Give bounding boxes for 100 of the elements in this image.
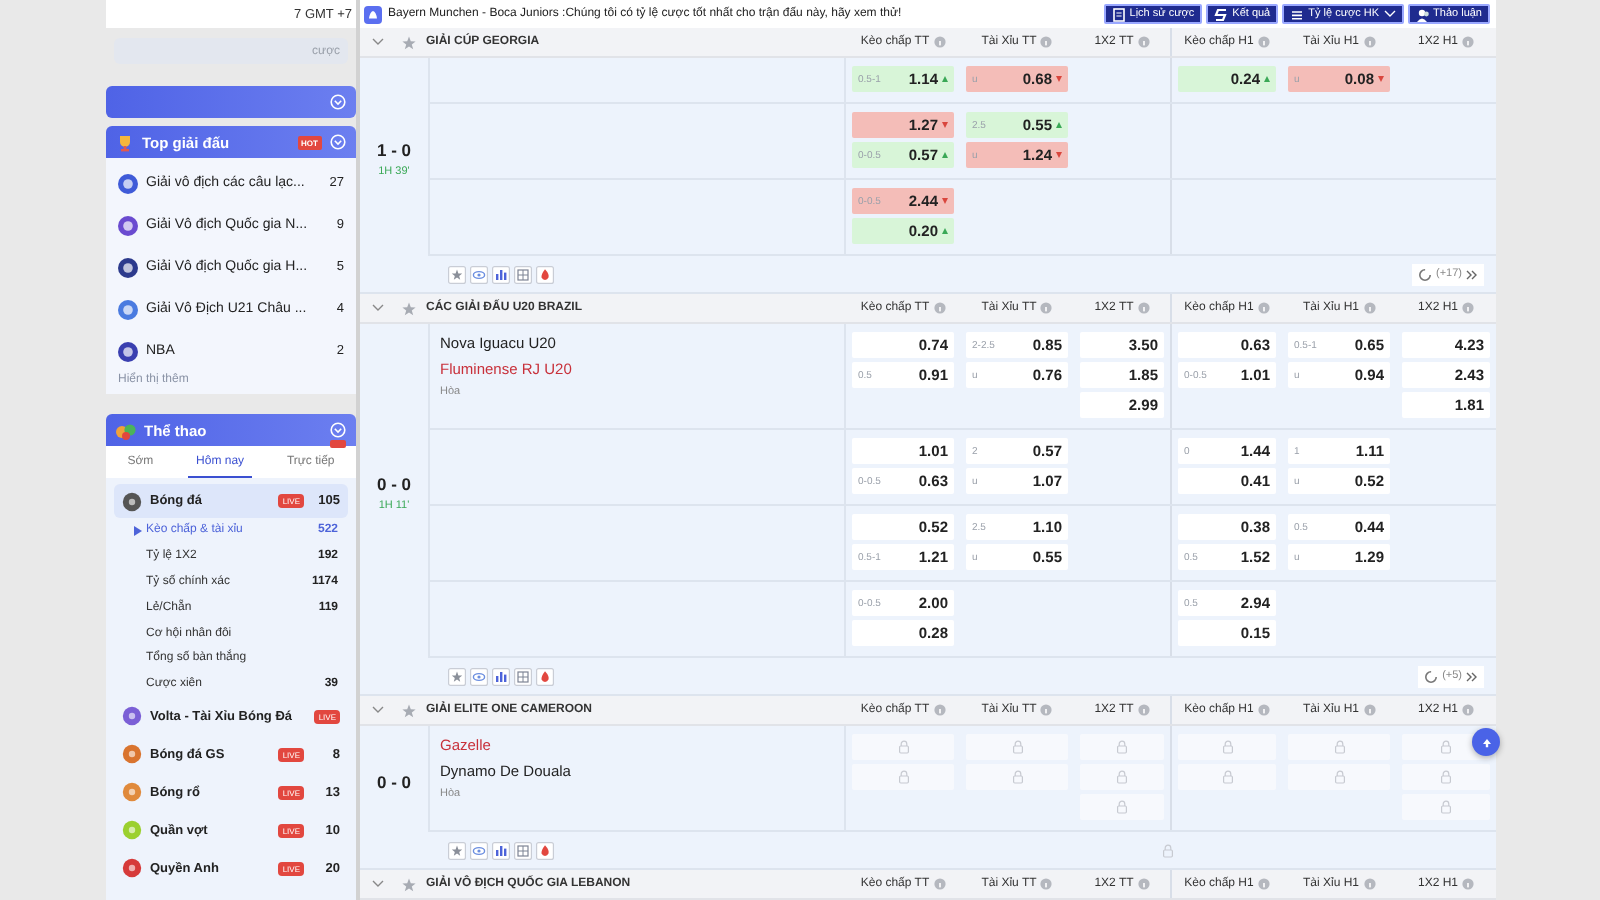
info-icon [1137, 302, 1150, 314]
trophy-icon [116, 133, 134, 151]
up-triangle-icon [1056, 122, 1062, 128]
chevron-down-icon [330, 94, 346, 110]
star-icon[interactable] [448, 667, 466, 685]
arrow-up-icon [1481, 737, 1491, 747]
info-icon [1363, 704, 1375, 716]
lock-icon [1440, 800, 1452, 814]
info-icon [1040, 302, 1053, 314]
league-logo-icon [118, 341, 138, 361]
sport-ball-icon [122, 858, 142, 879]
up-triangle-icon [1264, 76, 1270, 82]
match-score: 0 - 0 [376, 474, 411, 494]
lock-icon [1440, 740, 1452, 754]
info-icon [1257, 302, 1270, 314]
chevron-down-icon [330, 422, 346, 438]
down-triangle-icon [942, 122, 948, 128]
league-logo-icon [118, 215, 138, 235]
info-icon [1363, 36, 1375, 48]
info-icon [1363, 302, 1375, 314]
s-logo-icon [1214, 7, 1229, 21]
eye-icon[interactable] [470, 667, 488, 685]
down-triangle-icon [1378, 76, 1384, 82]
caret-right-icon [134, 525, 142, 536]
sports-balls-icon [116, 421, 136, 439]
bar-chart-icon[interactable] [492, 841, 510, 859]
lock-icon [1011, 740, 1023, 754]
refresh-icon [1418, 267, 1432, 281]
sport-ball-icon [122, 782, 142, 803]
double-chevron-icon [1466, 269, 1478, 279]
refresh-icon [1424, 669, 1439, 683]
up-triangle-icon [942, 228, 948, 234]
star-icon[interactable] [448, 265, 466, 283]
info-icon [1137, 36, 1150, 48]
chevron-down-icon [372, 304, 384, 312]
info-icon [1462, 302, 1474, 314]
info-icon [1462, 704, 1474, 716]
down-triangle-icon [1056, 152, 1062, 158]
chevron-down-icon [1383, 10, 1396, 18]
people-icon [1415, 7, 1430, 21]
info-icon [1257, 878, 1270, 890]
document-icon [1111, 7, 1126, 21]
league-logo-icon [118, 173, 138, 193]
star-icon [402, 703, 416, 717]
chevron-down-icon [372, 706, 384, 714]
eye-icon[interactable] [470, 841, 488, 859]
sport-ball-icon [122, 706, 142, 727]
lock-icon [1011, 770, 1023, 784]
down-triangle-icon [1056, 76, 1062, 82]
up-triangle-icon [942, 76, 948, 82]
star-icon [402, 877, 416, 891]
lock-icon [897, 770, 909, 784]
lock-icon [1221, 740, 1233, 754]
match-score: 0 - 0 [376, 771, 411, 791]
info-icon [1040, 878, 1053, 890]
lock-icon [1116, 770, 1128, 784]
flame-icon[interactable] [536, 667, 554, 685]
info-icon [1257, 704, 1270, 716]
flame-icon[interactable] [536, 265, 554, 283]
info-icon [1040, 704, 1053, 716]
chevron-down-icon [372, 38, 384, 46]
table-icon[interactable] [514, 667, 532, 685]
match-score: 1 - 0 [376, 140, 411, 160]
lock-icon [897, 740, 909, 754]
info-icon [933, 302, 946, 314]
sport-ball-icon [122, 491, 142, 511]
lock-icon [1333, 770, 1345, 784]
up-triangle-icon [942, 152, 948, 158]
info-icon [933, 704, 946, 716]
bar-chart-icon[interactable] [492, 667, 510, 685]
menu-icon [1290, 7, 1305, 21]
live-badge-icon [330, 440, 347, 448]
info-icon [1462, 878, 1474, 890]
table-icon[interactable] [514, 265, 532, 283]
lock-icon [1221, 770, 1233, 784]
info-icon [1137, 878, 1150, 890]
table-icon[interactable] [514, 841, 532, 859]
sport-ball-icon [122, 744, 142, 765]
league-logo-icon [118, 299, 138, 319]
bar-chart-icon[interactable] [492, 265, 510, 283]
chevron-down-icon [330, 134, 346, 150]
info-icon [933, 36, 946, 48]
info-icon [1257, 36, 1270, 48]
star-icon [402, 301, 416, 315]
info-icon [1462, 36, 1474, 48]
star-icon [402, 35, 416, 49]
lock-icon [1440, 770, 1452, 784]
double-chevron-icon [1466, 671, 1478, 681]
sport-ball-icon [122, 820, 142, 841]
lock-icon [1116, 740, 1128, 754]
star-icon[interactable] [448, 841, 466, 859]
info-icon [1040, 36, 1053, 48]
info-icon [933, 878, 946, 890]
chevron-down-icon [372, 880, 384, 888]
lock-icon [1333, 740, 1345, 754]
flame-icon[interactable] [536, 841, 554, 859]
info-icon [1363, 878, 1375, 890]
league-logo-icon [118, 257, 138, 277]
eye-icon[interactable] [470, 265, 488, 283]
info-icon [1137, 704, 1150, 716]
